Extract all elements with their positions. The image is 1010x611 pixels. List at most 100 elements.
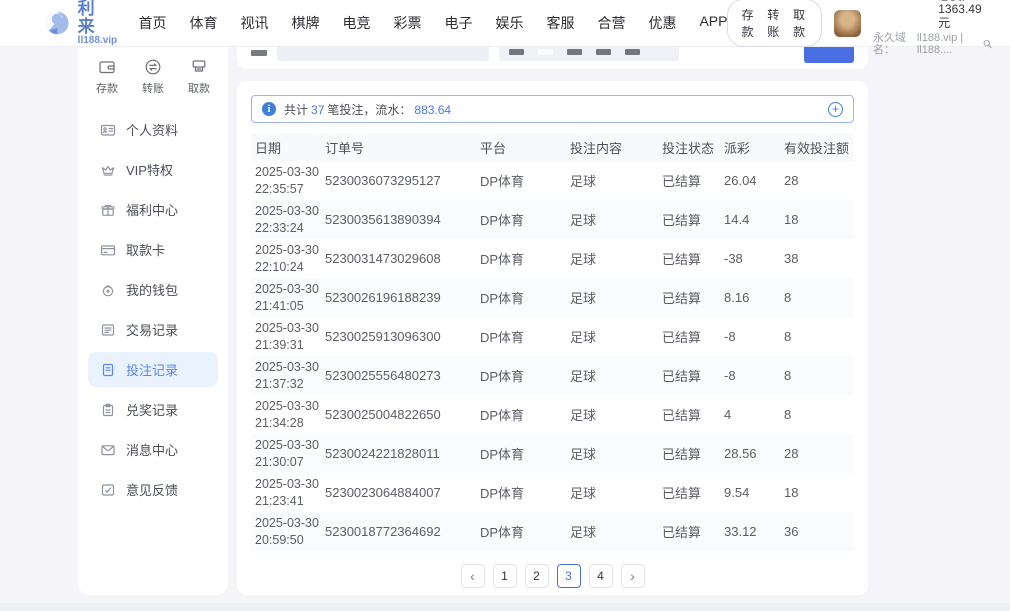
- cell-date: 2025-03-3021:39:31: [251, 320, 321, 353]
- sidebar-transfer-button[interactable]: 转账: [142, 58, 164, 96]
- filter-field-label: [251, 50, 267, 56]
- sidebar-item-vip[interactable]: VIP特权: [88, 152, 218, 187]
- page-number-button[interactable]: 2: [525, 564, 549, 588]
- deposit-link[interactable]: 存款: [741, 6, 756, 40]
- nav-live[interactable]: 视讯: [240, 13, 268, 33]
- header-platform: 平台: [476, 138, 566, 157]
- cell-bet-status: 已结算: [658, 327, 720, 346]
- username: anxin3399: [873, 0, 928, 3]
- cell-platform: DP体育: [476, 483, 566, 502]
- filter-bar-cutoff: [237, 47, 868, 69]
- table-row: 2025-03-3021:37:32 5230025556480273 DP体育…: [251, 356, 854, 395]
- cell-valid-bet: 8: [780, 329, 854, 344]
- expand-plus-icon[interactable]: [828, 102, 843, 117]
- header-date: 日期: [251, 138, 321, 157]
- nav-cards[interactable]: 棋牌: [291, 13, 319, 33]
- page-number-button[interactable]: 1: [493, 564, 517, 588]
- pagination: ‹ 1234 ›: [251, 564, 854, 588]
- turnover-amount: 883.64: [414, 103, 451, 117]
- sidebar-item-withdraw-card[interactable]: 取款卡: [88, 232, 218, 267]
- permanent-domain-value: ll188.vip | ll188....: [917, 32, 980, 56]
- sidebar-item-wallet[interactable]: 我的钱包: [88, 272, 218, 307]
- main-content: 共计37笔投注，流水：883.64 日期 订单号 平台 投注内容 投注状态 派彩…: [237, 47, 868, 595]
- cell-date: 2025-03-3020:59:50: [251, 515, 321, 548]
- page-number-button[interactable]: 4: [589, 564, 613, 588]
- table-row: 2025-03-3020:59:50 5230018772364692 DP体育…: [251, 512, 854, 551]
- filter-quick-range-tabs[interactable]: [499, 47, 679, 61]
- nav-partnership[interactable]: 合营: [597, 13, 625, 33]
- table-row: 2025-03-3021:30:07 5230024221828011 DP体育…: [251, 434, 854, 473]
- prev-page-button[interactable]: ‹: [461, 564, 485, 588]
- cell-bet-status: 已结算: [658, 210, 720, 229]
- sidebar-item-prize-records[interactable]: 兑奖记录: [88, 392, 218, 427]
- sidebar-item-feedback[interactable]: 意见反馈: [88, 472, 218, 507]
- table-header-row: 日期 订单号 平台 投注内容 投注状态 派彩 有效投注额: [251, 133, 854, 161]
- bet-record-icon: [100, 362, 116, 378]
- account-sidebar: 存款 转账 取款 个人资料 VIP特权 福利中心: [78, 47, 228, 595]
- cell-bet-status: 已结算: [658, 366, 720, 385]
- summary-text: 共计37笔投注，流水：883.64: [284, 101, 454, 118]
- nav-sports[interactable]: 体育: [189, 13, 217, 33]
- sidebar-item-profile[interactable]: 个人资料: [88, 112, 218, 147]
- cell-platform: DP体育: [476, 444, 566, 463]
- nav-lottery[interactable]: 彩票: [393, 13, 421, 33]
- brand-name: 利 来: [78, 0, 123, 36]
- sidebar-item-label: VIP特权: [126, 160, 173, 179]
- sidebar-item-bet-records[interactable]: 投注记录: [88, 352, 218, 387]
- nav-promotions[interactable]: 优惠: [648, 13, 676, 33]
- filter-date-input[interactable]: [277, 47, 489, 61]
- main-nav: 首页 体育 视讯 棋牌 电竞 彩票 电子 娱乐 客服 合营 优惠 APP: [138, 13, 727, 33]
- user-info: anxin3399 总资产：1363.49元 永久域名： ll188.vip |…: [873, 0, 992, 56]
- table-body: 2025-03-3022:35:57 5230036073295127 DP体育…: [251, 161, 854, 551]
- sidebar-item-label: 投注记录: [126, 360, 178, 379]
- cell-platform: DP体育: [476, 288, 566, 307]
- next-page-button[interactable]: ›: [621, 564, 645, 588]
- range-tab[interactable]: [596, 49, 611, 55]
- sidebar-item-welfare[interactable]: 福利中心: [88, 192, 218, 227]
- transfer-link[interactable]: 转账: [767, 6, 782, 40]
- cell-bet-status: 已结算: [658, 522, 720, 541]
- bet-count: 37: [311, 103, 324, 117]
- cell-bet-content: 足球: [566, 483, 658, 502]
- withdraw-link[interactable]: 取款: [793, 6, 808, 40]
- search-button[interactable]: [804, 47, 854, 63]
- search-icon[interactable]: [983, 38, 992, 50]
- cell-platform: DP体育: [476, 249, 566, 268]
- withdraw-icon: [190, 58, 208, 76]
- range-tab[interactable]: [509, 49, 524, 55]
- range-tab[interactable]: [567, 49, 582, 55]
- nav-esports[interactable]: 电竞: [342, 13, 370, 33]
- sidebar-quick-actions: 存款 转账 取款: [88, 58, 218, 96]
- transaction-record-icon: [100, 322, 116, 338]
- transfer-icon: [144, 58, 162, 76]
- range-tab[interactable]: [625, 49, 640, 55]
- cell-payout: 8.16: [720, 290, 780, 305]
- cell-platform: DP体育: [476, 522, 566, 541]
- cell-date: 2025-03-3021:30:07: [251, 437, 321, 470]
- brand-logo[interactable]: 利 来 ll188.vip: [44, 0, 122, 46]
- cell-bet-content: 足球: [566, 288, 658, 307]
- sidebar-deposit-button[interactable]: 存款: [96, 58, 118, 96]
- header-bet-status: 投注状态: [658, 138, 720, 157]
- nav-home[interactable]: 首页: [138, 13, 166, 33]
- cell-date: 2025-03-3021:34:28: [251, 398, 321, 431]
- sidebar-item-messages[interactable]: 消息中心: [88, 432, 218, 467]
- cell-date: 2025-03-3022:35:57: [251, 164, 321, 197]
- avatar[interactable]: [834, 10, 861, 37]
- cell-valid-bet: 28: [780, 446, 854, 461]
- cell-platform: DP体育: [476, 327, 566, 346]
- header-order-no: 订单号: [321, 138, 476, 157]
- cell-bet-status: 已结算: [658, 288, 720, 307]
- sidebar-item-transactions[interactable]: 交易记录: [88, 312, 218, 347]
- cell-date: 2025-03-3022:33:24: [251, 203, 321, 236]
- range-tab[interactable]: [538, 49, 553, 55]
- sidebar-withdraw-button[interactable]: 取款: [188, 58, 210, 96]
- table-row: 2025-03-3021:39:31 5230025913096300 DP体育…: [251, 317, 854, 356]
- nav-app[interactable]: APP: [699, 13, 727, 33]
- page-number-button[interactable]: 3: [557, 564, 581, 588]
- nav-entertainment[interactable]: 娱乐: [495, 13, 523, 33]
- nav-support[interactable]: 客服: [546, 13, 574, 33]
- summary-bar: 共计37笔投注，流水：883.64: [251, 95, 854, 123]
- cell-payout: 33.12: [720, 524, 780, 539]
- nav-slots[interactable]: 电子: [444, 13, 472, 33]
